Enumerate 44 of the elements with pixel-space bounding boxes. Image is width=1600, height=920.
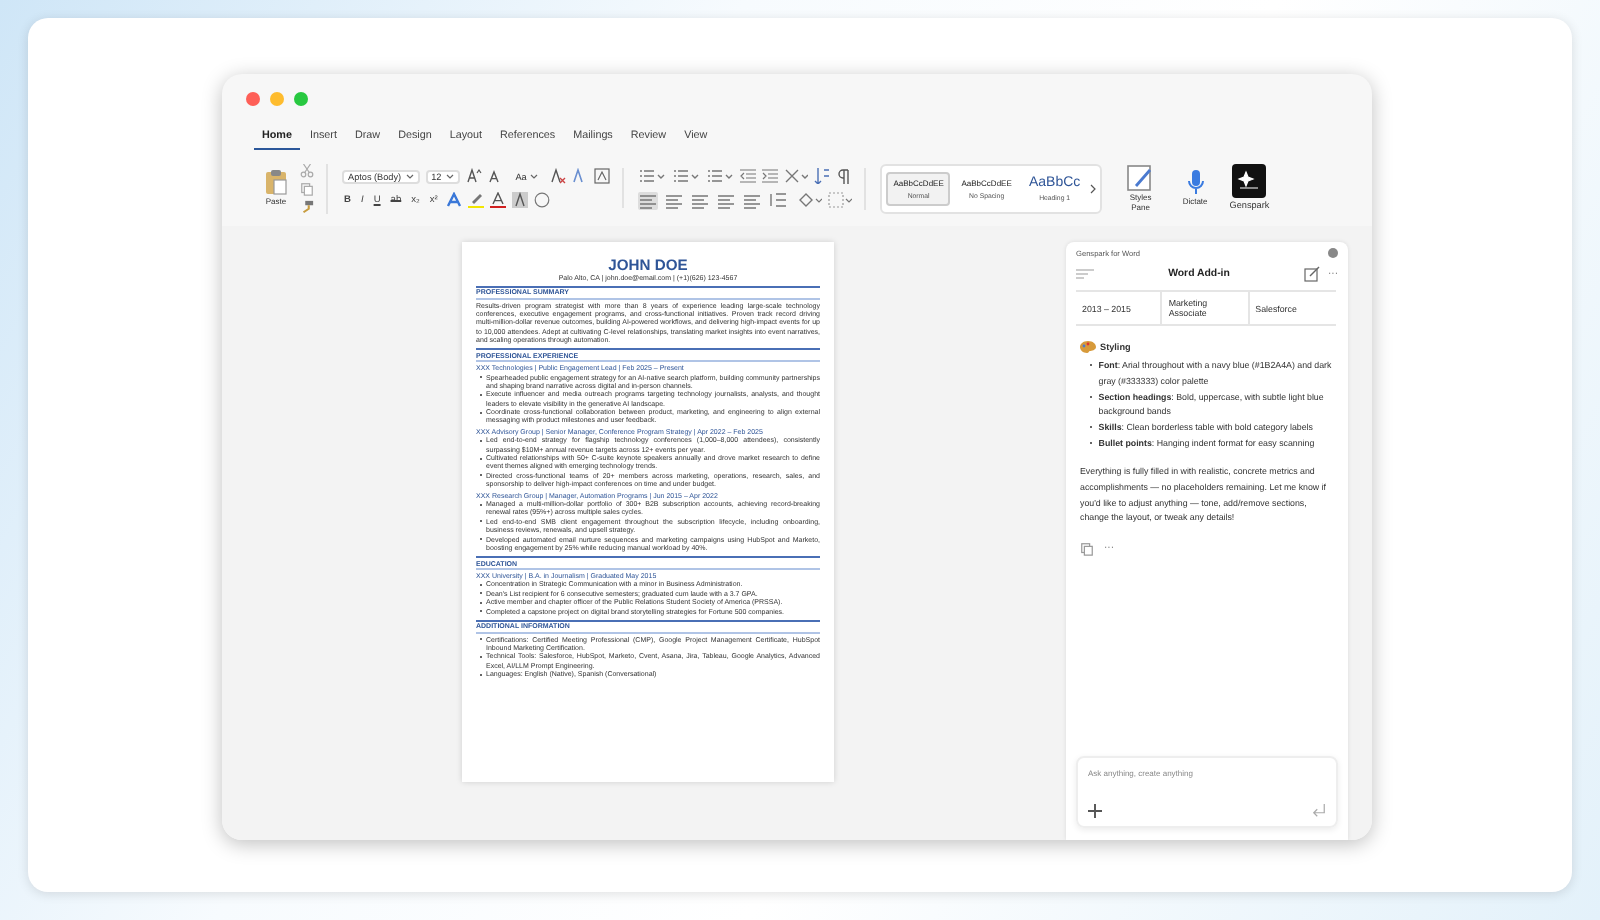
new-chat-icon[interactable] bbox=[1304, 266, 1320, 282]
text-effects-icon[interactable] bbox=[572, 168, 589, 184]
numbering-icon[interactable] bbox=[672, 167, 701, 183]
pilcrow-icon[interactable] bbox=[836, 167, 853, 183]
chevron-down-icon bbox=[530, 173, 539, 180]
chevron-right-icon[interactable] bbox=[1090, 183, 1097, 193]
text-box-icon[interactable] bbox=[594, 168, 611, 184]
shading-icon[interactable] bbox=[798, 192, 823, 208]
copy-icon[interactable] bbox=[1080, 542, 1094, 557]
format-painter-icon[interactable] bbox=[300, 199, 314, 213]
multilevel-list-icon[interactable] bbox=[706, 167, 735, 183]
zoom-window-button[interactable] bbox=[294, 92, 308, 106]
chevron-down-icon bbox=[405, 173, 414, 180]
align-center-icon[interactable] bbox=[664, 191, 685, 209]
decrease-indent-icon[interactable] bbox=[740, 167, 757, 183]
sparkle-logo-icon bbox=[1232, 164, 1267, 199]
align-right-icon[interactable] bbox=[690, 191, 711, 209]
microphone-icon bbox=[1185, 168, 1206, 197]
chevron-down-icon bbox=[445, 173, 454, 180]
scissors-icon[interactable] bbox=[300, 163, 314, 177]
bullets-icon[interactable] bbox=[638, 167, 667, 183]
add-icon[interactable] bbox=[1088, 804, 1102, 818]
menu-icon[interactable] bbox=[1076, 268, 1094, 280]
copy-icon[interactable] bbox=[300, 181, 314, 195]
close-button[interactable] bbox=[1328, 248, 1338, 258]
minimize-window-button[interactable] bbox=[270, 92, 284, 106]
character-shading-icon[interactable] bbox=[511, 192, 528, 208]
increase-indent-icon[interactable] bbox=[762, 167, 779, 183]
shrink-font-icon[interactable] bbox=[487, 168, 504, 184]
styles-pane-icon bbox=[1126, 164, 1155, 193]
palette-icon bbox=[1080, 340, 1096, 355]
clipboard-icon bbox=[262, 168, 290, 197]
borders-icon[interactable] bbox=[828, 192, 853, 208]
sort-icon[interactable] bbox=[814, 167, 831, 183]
grow-font-icon[interactable] bbox=[465, 168, 482, 184]
clear-formatting-icon[interactable] bbox=[550, 168, 567, 184]
highlighter-icon[interactable] bbox=[467, 192, 484, 208]
text-effects-icon[interactable] bbox=[445, 192, 462, 208]
align-left-icon[interactable] bbox=[638, 191, 659, 209]
justify-icon[interactable] bbox=[716, 191, 737, 209]
close-window-button[interactable] bbox=[246, 92, 260, 106]
send-icon[interactable] bbox=[1312, 804, 1326, 818]
circle-icon[interactable] bbox=[533, 192, 550, 208]
font-color-icon[interactable] bbox=[489, 192, 506, 208]
